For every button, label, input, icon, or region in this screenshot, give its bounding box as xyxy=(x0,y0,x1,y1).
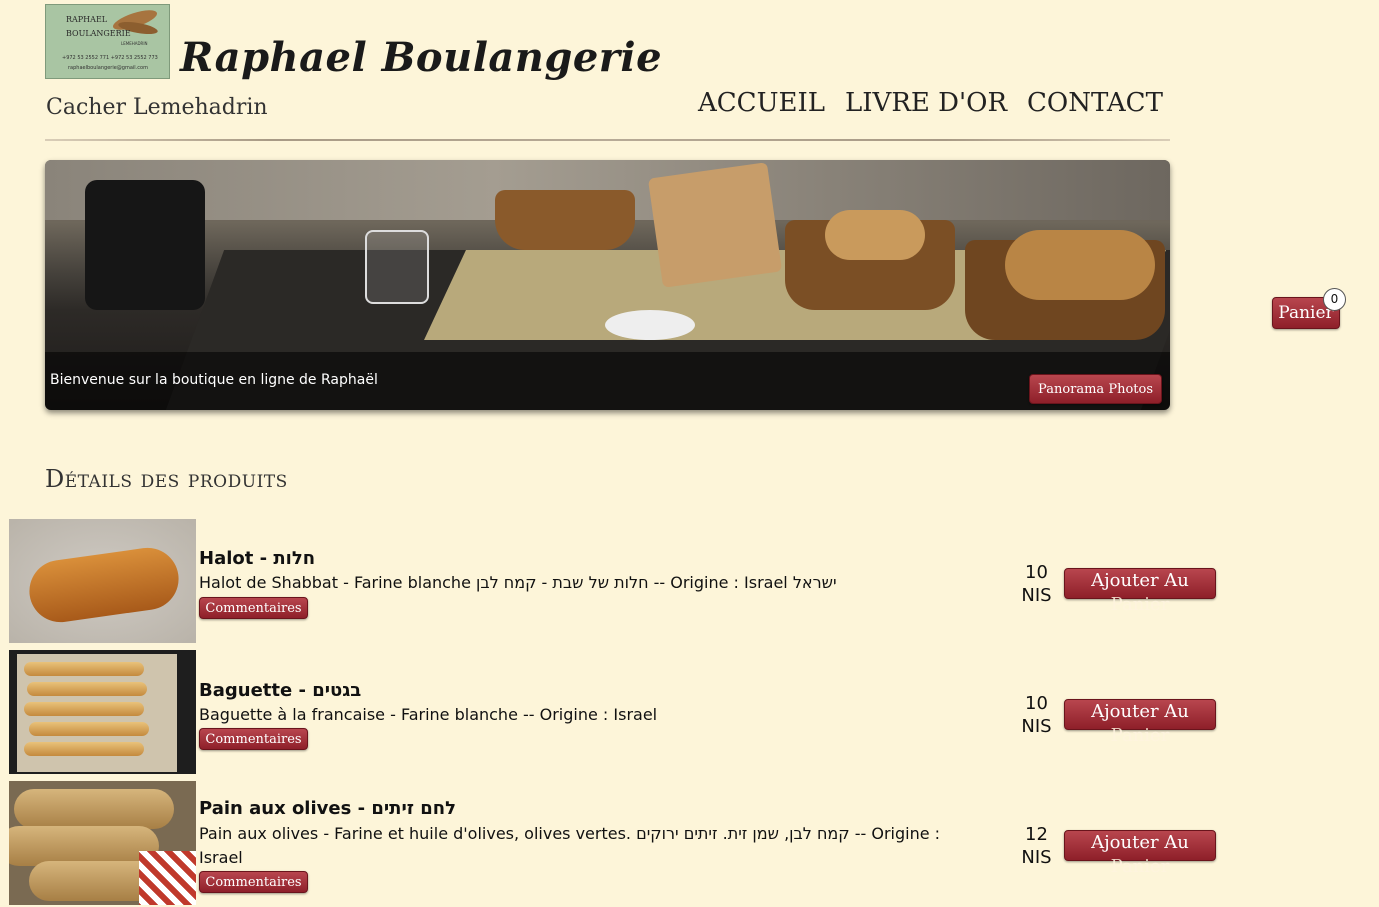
add-to-cart-label-2: Panier xyxy=(1110,594,1170,615)
logo-email: raphaelboulangerie@gmail.com xyxy=(68,65,148,71)
site-title[interactable]: Raphael Boulangerie xyxy=(180,34,662,81)
hero-banner: Bienvenue sur la boutique en ligne de Ra… xyxy=(45,160,1170,410)
logo-phones: +972 53 2552 771 +972 53 2552 773 xyxy=(62,55,158,61)
add-to-cart-label-1: Ajouter Au xyxy=(1091,570,1189,591)
cart-count-badge: 0 xyxy=(1323,288,1346,311)
add-to-cart-button[interactable]: Ajouter Au Panier xyxy=(1064,568,1216,615)
tagline: Cacher Lemehadrin xyxy=(46,95,268,120)
add-to-cart-label-1: Ajouter Au xyxy=(1091,832,1189,853)
add-to-cart-button[interactable]: Ajouter Au Panier xyxy=(1064,699,1216,746)
product-name[interactable]: Halot - חלות xyxy=(199,548,315,569)
nav-livre-dor[interactable]: LIVRE D'OR xyxy=(845,88,1007,118)
add-to-cart-button[interactable]: Ajouter Au Panier xyxy=(1064,830,1216,877)
price-value: 10 xyxy=(1025,693,1048,714)
add-to-cart-label-1: Ajouter Au xyxy=(1091,701,1189,722)
product-row: Pain aux olives - לחם זיתים Pain aux oli… xyxy=(9,781,1229,907)
logo-line-1: RAPHAEL xyxy=(66,15,108,24)
product-name[interactable]: Pain aux olives - לחם זיתים xyxy=(199,798,456,819)
price-currency: NIS xyxy=(1021,847,1052,868)
comments-button[interactable]: Commentaires xyxy=(199,871,308,893)
hero-basket xyxy=(495,190,635,250)
price-value: 12 xyxy=(1025,824,1048,845)
nav-contact[interactable]: CONTACT xyxy=(1027,88,1163,118)
comments-button[interactable]: Commentaires xyxy=(199,597,308,619)
product-description: Pain aux olives - Farine et huile d'oliv… xyxy=(199,824,941,867)
product-price: 10 NIS xyxy=(1014,692,1059,738)
product-description: Baguette à la francaise - Farine blanche… xyxy=(199,705,658,724)
nav-accueil[interactable]: ACCUEIL xyxy=(698,88,825,118)
hero-chair-shape xyxy=(85,180,205,310)
product-row: Halot - חלות Halot de Shabbat - Farine b… xyxy=(9,519,1229,645)
product-price: 10 NIS xyxy=(1014,561,1059,607)
panorama-photos-button[interactable]: Panorama Photos xyxy=(1029,374,1162,404)
product-description: Halot de Shabbat - Farine blanche חלות ש… xyxy=(199,573,837,592)
product-price: 12 NIS xyxy=(1014,823,1059,869)
main-nav: ACCUEIL LIVRE D'OR CONTACT xyxy=(698,88,1163,118)
price-currency: NIS xyxy=(1021,716,1052,737)
price-value: 10 xyxy=(1025,562,1048,583)
section-title: Détails des produits xyxy=(45,465,288,493)
product-image-halot[interactable] xyxy=(9,519,196,643)
price-currency: NIS xyxy=(1021,585,1052,606)
hero-caption: Bienvenue sur la boutique en ligne de Ra… xyxy=(50,372,378,388)
logo-line-3: LEMEHADRIN xyxy=(121,41,148,46)
logo-line-2: BOULANGERIE xyxy=(66,29,131,38)
product-image-baguette[interactable] xyxy=(9,650,196,774)
product-name[interactable]: Baguette - בגטים xyxy=(199,680,361,701)
header-divider xyxy=(45,139,1170,141)
hero-caption-bar: Bienvenue sur la boutique en ligne de Ra… xyxy=(45,352,1170,410)
comments-button[interactable]: Commentaires xyxy=(199,728,308,750)
site-logo[interactable]: RAPHAEL BOULANGERIE LEMEHADRIN +972 53 2… xyxy=(45,4,170,79)
product-row: Baguette - בגטים Baguette à la francaise… xyxy=(9,650,1229,776)
add-to-cart-label-2: Panier xyxy=(1110,856,1170,877)
product-image-pain-olives[interactable] xyxy=(9,781,196,905)
add-to-cart-label-2: Panier xyxy=(1110,725,1170,746)
